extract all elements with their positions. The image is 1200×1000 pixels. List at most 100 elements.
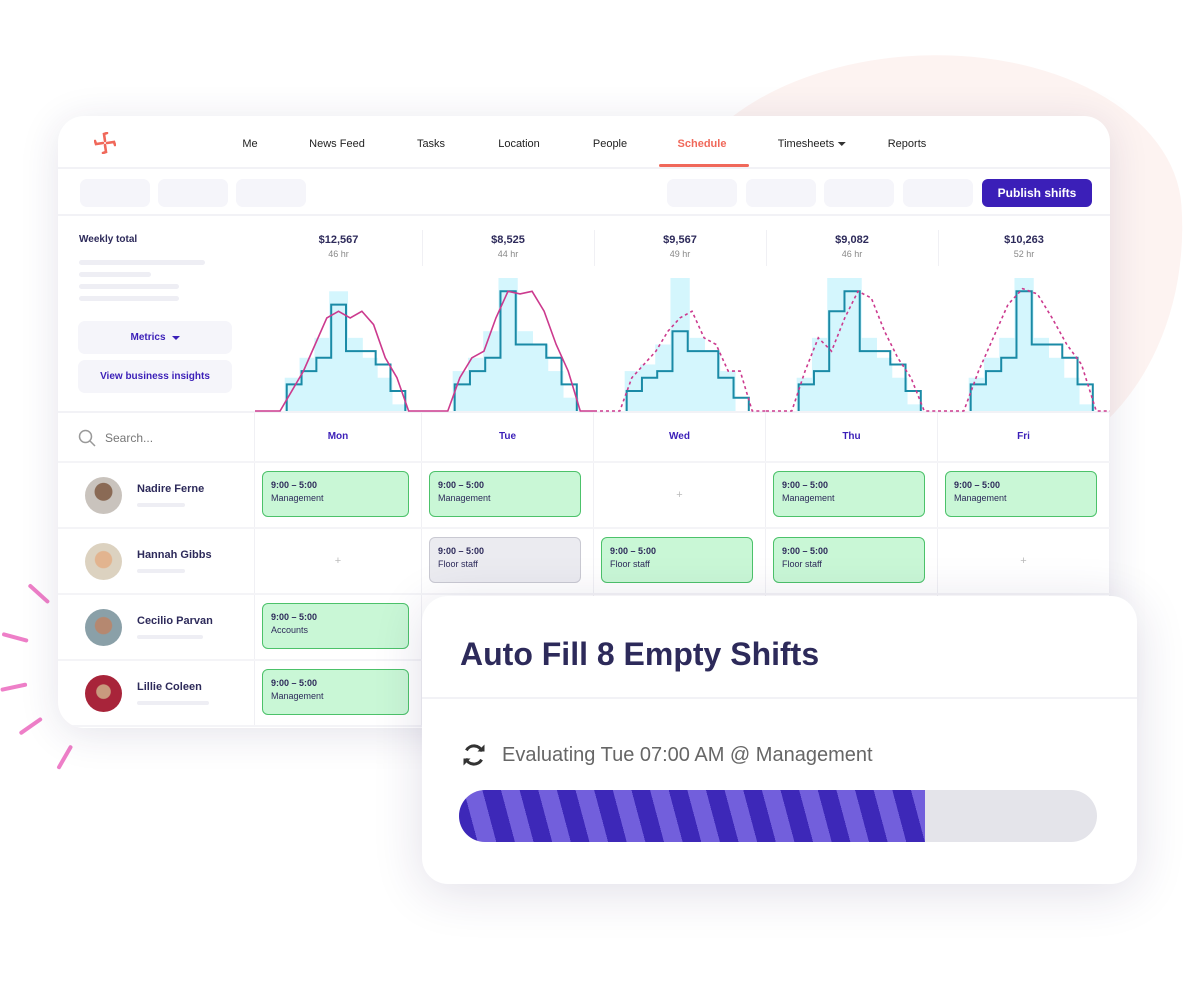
shift-card[interactable]: 9:00 – 5:00 Accounts <box>262 603 409 649</box>
toolbar-placeholder-button[interactable] <box>158 179 228 207</box>
nav-people[interactable]: People <box>593 138 627 150</box>
shift-role: Management <box>271 493 324 503</box>
add-shift-icon[interactable]: + <box>594 489 765 501</box>
chart-tue <box>422 278 594 412</box>
shift-time: 9:00 – 5:00 <box>271 480 318 490</box>
placeholder-line <box>137 569 185 573</box>
add-shift-icon[interactable]: + <box>938 555 1109 567</box>
avatar <box>85 609 122 646</box>
schedule-cell[interactable]: + <box>938 529 1110 593</box>
publish-shifts-button[interactable]: Publish shifts <box>982 179 1092 207</box>
nav-me[interactable]: Me <box>242 138 257 150</box>
grid-header: Search... Mon Tue Wed Thu Fri <box>58 413 1110 463</box>
shift-role: Management <box>438 493 491 503</box>
schedule-cell[interactable]: 9:00 – 5:00 Management <box>422 463 594 527</box>
day-hours: 46 hr <box>328 249 349 259</box>
shift-card[interactable]: 9:00 – 5:00 Floor staff <box>429 537 581 583</box>
shift-role: Floor staff <box>438 559 478 569</box>
schedule-cell[interactable]: + <box>594 463 766 527</box>
schedule-cell[interactable]: 9:00 – 5:00 Management <box>255 661 422 725</box>
day-name: Mon <box>327 431 349 442</box>
auto-fill-modal: Auto Fill 8 Empty Shifts Evaluating Tue … <box>422 596 1137 884</box>
schedule-cell[interactable]: 9:00 – 5:00 Floor staff <box>594 529 766 593</box>
shift-card[interactable]: 9:00 – 5:00 Floor staff <box>773 537 925 583</box>
day-hours: 46 hr <box>841 249 863 259</box>
shift-time: 9:00 – 5:00 <box>610 546 657 556</box>
day-name: Tue <box>498 431 517 442</box>
placeholder-line <box>137 503 185 507</box>
chart-wed <box>594 278 766 412</box>
search-input[interactable]: Search... <box>78 429 153 447</box>
person-cell: Cecilio Parvan <box>58 595 255 659</box>
nav-timesheets-label: Timesheets <box>777 138 835 150</box>
person-cell: Nadire Ferne <box>58 463 255 527</box>
toolbar-placeholder-button[interactable] <box>824 179 894 207</box>
active-tab-indicator <box>659 164 749 167</box>
nav-timesheets[interactable]: Timesheets <box>777 138 847 150</box>
day-cost: $8,525 <box>491 234 525 246</box>
toolbar-placeholder-button[interactable] <box>903 179 973 207</box>
shift-time: 9:00 – 5:00 <box>438 546 485 556</box>
toolbar-placeholder-button[interactable] <box>80 179 150 207</box>
avatar <box>85 675 122 712</box>
nav-location[interactable]: Location <box>498 138 540 150</box>
ray <box>28 584 50 604</box>
schedule-cell[interactable]: 9:00 – 5:00 Floor staff <box>422 529 594 593</box>
schedule-cell[interactable]: 9:00 – 5:00 Management <box>766 463 938 527</box>
add-shift-icon[interactable]: + <box>255 555 421 567</box>
schedule-cell[interactable]: + <box>255 529 422 593</box>
shift-card[interactable]: 9:00 – 5:00 Management <box>262 669 409 715</box>
divider <box>422 697 1137 699</box>
schedule-cell[interactable]: 9:00 – 5:00 Management <box>938 463 1110 527</box>
chart-fri <box>938 278 1110 412</box>
day-cost: $9,567 <box>663 234 697 246</box>
status-row: Evaluating Tue 07:00 AM @ Management <box>460 741 873 769</box>
chart-thu <box>766 278 938 412</box>
day-header-tue: Tue <box>422 413 594 461</box>
day-summary-thu: $9,082 46 hr <box>835 234 869 259</box>
logo-icon <box>94 132 116 154</box>
shift-card[interactable]: 9:00 – 5:00 Floor staff <box>601 537 753 583</box>
shift-role: Management <box>782 493 835 503</box>
shift-role: Floor staff <box>610 559 650 569</box>
day-header-mon: Mon <box>255 413 422 461</box>
ray <box>19 717 43 735</box>
person-row: Nadire Ferne 9:00 – 5:00 Management 9:00 – … <box>58 463 1110 529</box>
day-cost: $9,082 <box>835 234 869 246</box>
shift-card[interactable]: 9:00 – 5:00 Management <box>262 471 409 517</box>
ray <box>0 682 28 692</box>
person-name[interactable]: Lillie Coleen <box>137 681 202 693</box>
ray <box>57 745 73 770</box>
person-name[interactable]: Cecilio Parvan <box>137 615 213 627</box>
schedule-cell[interactable]: 9:00 – 5:00 Accounts <box>255 595 422 659</box>
shift-card[interactable]: 9:00 – 5:00 Management <box>429 471 581 517</box>
nav-reports[interactable]: Reports <box>888 138 927 150</box>
toolbar-placeholder-button[interactable] <box>667 179 737 207</box>
ray <box>2 632 29 643</box>
nav-tasks[interactable]: Tasks <box>417 138 445 150</box>
separator <box>594 230 595 266</box>
top-nav: Me News Feed Tasks Location People Sched… <box>58 116 1110 169</box>
day-header-wed: Wed <box>594 413 766 461</box>
schedule-cell[interactable]: 9:00 – 5:00 Management <box>255 463 422 527</box>
chart-mon <box>255 291 422 412</box>
day-name: Thu <box>842 431 861 442</box>
day-header-thu: Thu <box>766 413 938 461</box>
nav-news-feed[interactable]: News Feed <box>309 138 365 150</box>
search-cell: Search... <box>58 413 255 461</box>
shift-card[interactable]: 9:00 – 5:00 Management <box>773 471 925 517</box>
nav-schedule[interactable]: Schedule <box>678 138 727 150</box>
day-hours: 44 hr <box>497 249 519 259</box>
shift-card[interactable]: 9:00 – 5:00 Management <box>945 471 1097 517</box>
person-name[interactable]: Hannah Gibbs <box>137 549 212 561</box>
toolbar-placeholder-button[interactable] <box>236 179 306 207</box>
toolbar-placeholder-button[interactable] <box>746 179 816 207</box>
status-text: Evaluating Tue 07:00 AM @ Management <box>502 743 873 766</box>
shift-role: Floor staff <box>782 559 822 569</box>
day-cost: $12,567 <box>318 234 359 246</box>
schedule-cell[interactable]: 9:00 – 5:00 Floor staff <box>766 529 938 593</box>
shift-role: Management <box>271 691 324 701</box>
person-name[interactable]: Nadire Ferne <box>137 483 204 495</box>
person-cell: Hannah Gibbs <box>58 529 255 593</box>
shift-time: 9:00 – 5:00 <box>782 480 829 490</box>
